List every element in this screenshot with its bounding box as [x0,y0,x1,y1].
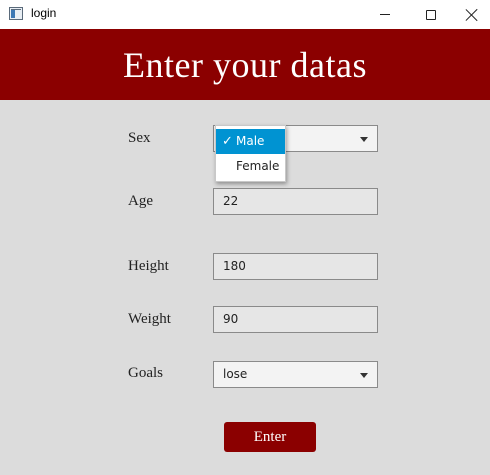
goals-label: Goals [128,365,163,381]
enter-button[interactable]: Enter [224,422,316,452]
close-button[interactable] [454,0,490,29]
option-label: Female [236,159,280,173]
weight-label: Weight [128,311,171,327]
chevron-down-icon [360,373,368,378]
maximize-button[interactable] [408,0,454,29]
close-icon [466,9,478,21]
goals-selected-value: lose [223,367,248,381]
minimize-icon [380,14,390,15]
height-field[interactable]: 180 [213,253,378,280]
page-header: Enter your datas [0,29,490,100]
window-title: login [31,6,57,20]
window-titlebar[interactable]: login [0,0,490,29]
goals-select[interactable]: lose [213,361,378,388]
maximize-icon [426,9,436,20]
chevron-down-icon [360,137,368,142]
checkmark-icon: ✓ [222,134,233,149]
option-label: Male [236,134,265,148]
weight-field[interactable]: 90 [213,306,378,333]
age-field[interactable]: 22 [213,188,378,215]
page-title: Enter your datas [123,44,367,85]
sex-dropdown-menu: ✓ Male Female [215,125,286,182]
app-window-icon [9,7,23,20]
dropdown-option-female[interactable]: Female [216,154,285,179]
age-label: Age [128,193,153,209]
minimize-button[interactable] [362,0,408,29]
height-label: Height [128,258,169,274]
dropdown-option-male[interactable]: ✓ Male [216,129,285,154]
sex-label: Sex [128,130,151,146]
